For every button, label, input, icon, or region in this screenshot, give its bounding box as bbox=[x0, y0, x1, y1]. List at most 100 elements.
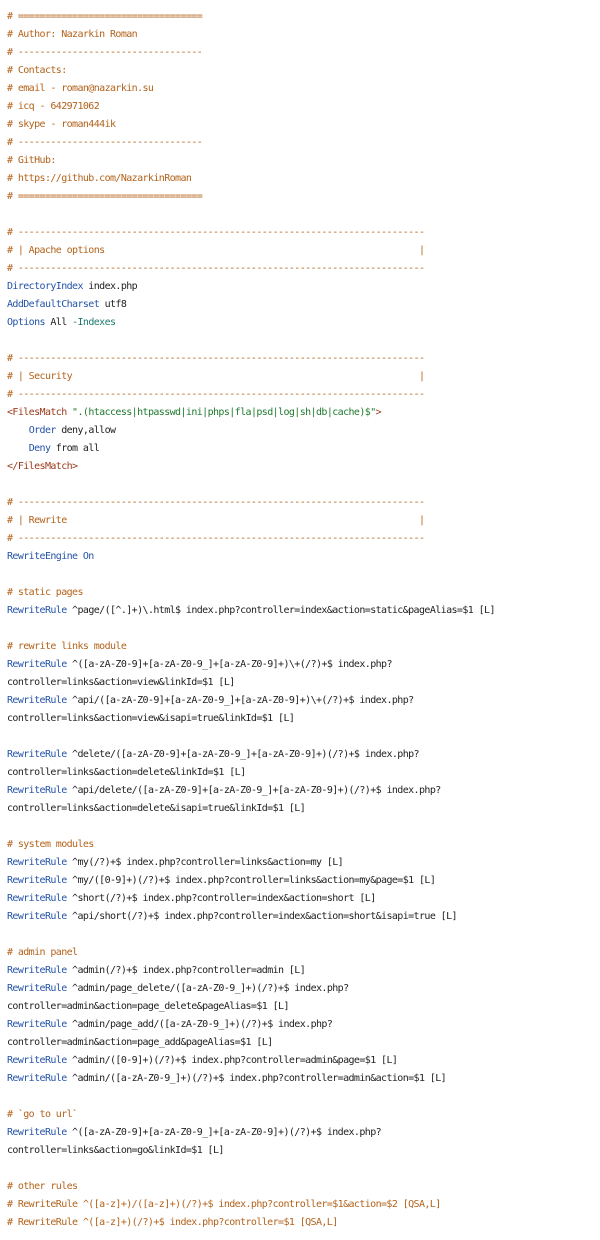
code-line: # --------------------------------------… bbox=[7, 386, 597, 404]
code-token-comment: # Contacts: bbox=[7, 65, 67, 76]
code-token-comment: # | Rewrite | bbox=[7, 515, 425, 526]
code-token-directive: RewriteRule bbox=[7, 749, 67, 760]
code-token-directive: RewriteRule bbox=[7, 695, 67, 706]
code-token-directive: Order bbox=[28, 425, 57, 436]
code-line: # --------------------------------------… bbox=[7, 260, 597, 278]
code-token-plain: ^api/([a-zA-Z0-9]+[a-zA-Z0-9_]+[a-zA-Z0-… bbox=[66, 695, 414, 706]
code-line: controller=links&action=view&linkId=$1 [… bbox=[7, 674, 597, 692]
code-token-comment: # other rules bbox=[7, 1181, 78, 1192]
code-line: # icq - 642971062 bbox=[7, 98, 597, 116]
code-token-comment: # ================================== bbox=[7, 191, 203, 202]
code-token-comment: # skype - roman444ik bbox=[7, 119, 116, 130]
code-line: controller=links&action=delete&isapi=tru… bbox=[7, 800, 597, 818]
code-line: RewriteRule ^page/([^.]+)\.html$ index.p… bbox=[7, 602, 597, 620]
code-token-tag: > bbox=[375, 407, 382, 418]
code-line: # rewrite links module bbox=[7, 638, 597, 656]
code-token-string: ".(htaccess|htpasswd|ini|phps|fla|psd|lo… bbox=[66, 407, 376, 418]
code-line: # GitHub: bbox=[7, 152, 597, 170]
code-token-comment: # --------------------------------------… bbox=[7, 533, 425, 544]
code-token-directive: RewriteRule bbox=[7, 659, 67, 670]
code-token-comment: # | Apache options | bbox=[7, 245, 425, 256]
code-token-comment: # --------------------------------------… bbox=[7, 227, 425, 238]
code-token-plain: ^admin(/?)+$ index.php?controller=admin … bbox=[66, 965, 306, 976]
code-line: AddDefaultCharset utf8 bbox=[7, 296, 597, 314]
code-token-directive: DirectoryIndex bbox=[7, 281, 83, 292]
code-line: # --------------------------------------… bbox=[7, 350, 597, 368]
code-line: RewriteRule ^([a-zA-Z0-9]+[a-zA-Z0-9_]+[… bbox=[7, 656, 597, 674]
code-token-comment: # GitHub: bbox=[7, 155, 56, 166]
code-line: RewriteRule ^my(/?)+$ index.php?controll… bbox=[7, 854, 597, 872]
code-token-directive: AddDefaultCharset bbox=[7, 299, 100, 310]
code-line: RewriteRule ^delete/([a-zA-Z0-9]+[a-zA-Z… bbox=[7, 746, 597, 764]
code-token-comment: # admin panel bbox=[7, 947, 78, 958]
code-viewer: # ================================== # Au… bbox=[7, 8, 597, 1232]
code-line: # --------------------------------------… bbox=[7, 530, 597, 548]
code-token-comment: # --------------------------------------… bbox=[7, 389, 425, 400]
code-line: # ---------------------------------- bbox=[7, 44, 597, 62]
code-line: # system modules bbox=[7, 836, 597, 854]
code-line: # `go to url` bbox=[7, 1106, 597, 1124]
code-token-comment: # ---------------------------------- bbox=[7, 137, 203, 148]
code-line: # | Security | bbox=[7, 368, 597, 386]
code-line: # admin panel bbox=[7, 944, 597, 962]
code-token-comment: # --------------------------------------… bbox=[7, 353, 425, 364]
code-line: # | Rewrite | bbox=[7, 512, 597, 530]
code-token-directive: RewriteRule bbox=[7, 1073, 67, 1084]
code-line: RewriteRule ^admin(/?)+$ index.php?contr… bbox=[7, 962, 597, 980]
code-token-plain: ^admin/page_delete/([a-zA-Z0-9_]+)(/?)+$… bbox=[66, 983, 349, 994]
code-line: RewriteRule ^short(/?)+$ index.php?contr… bbox=[7, 890, 597, 908]
code-token-plain: controller=links&action=view&linkId=$1 [… bbox=[7, 677, 235, 688]
code-token-plain: controller=links&action=delete&linkId=$1… bbox=[7, 767, 246, 778]
code-token-comment: # https://github.com/NazarkinRoman bbox=[7, 173, 192, 184]
code-token-plain: index.php bbox=[82, 281, 138, 292]
code-token-comment: # ---------------------------------- bbox=[7, 47, 203, 58]
code-token-directive: RewriteRule bbox=[7, 875, 67, 886]
code-token-plain: ^my/([0-9]+)(/?)+$ index.php?controller=… bbox=[66, 875, 436, 886]
code-token-comment: # --------------------------------------… bbox=[7, 263, 425, 274]
code-token-comment: # static pages bbox=[7, 587, 83, 598]
code-line: RewriteRule ^admin/([0-9]+)(/?)+$ index.… bbox=[7, 1052, 597, 1070]
code-line: Options All -Indexes bbox=[7, 314, 597, 332]
code-line: RewriteRule ^api/short(/?)+$ index.php?c… bbox=[7, 908, 597, 926]
code-token-tag: <FilesMatch bbox=[7, 407, 67, 418]
code-line: controller=links&action=view&isapi=true&… bbox=[7, 710, 597, 728]
code-line: # RewriteRule ^([a-z]+)/([a-z]+)(/?)+$ i… bbox=[7, 1196, 597, 1214]
code-line: DirectoryIndex index.php bbox=[7, 278, 597, 296]
code-line: Order deny,allow bbox=[7, 422, 597, 440]
code-token-plain: ^api/short(/?)+$ index.php?controller=in… bbox=[66, 911, 457, 922]
code-token-directive: RewriteEngine bbox=[7, 551, 78, 562]
code-token-plain: ^delete/([a-zA-Z0-9]+[a-zA-Z0-9_]+[a-zA-… bbox=[66, 749, 420, 760]
code-line: controller=admin&action=page_add&pageAli… bbox=[7, 1034, 597, 1052]
code-line: controller=links&action=go&linkId=$1 [L] bbox=[7, 1142, 597, 1160]
code-token-tag: </FilesMatch> bbox=[7, 461, 78, 472]
code-token-comment: # rewrite links module bbox=[7, 641, 127, 652]
code-token-directive: RewriteRule bbox=[7, 893, 67, 904]
code-token-plain: ^short(/?)+$ index.php?controller=index&… bbox=[66, 893, 376, 904]
code-token-directive: Options bbox=[7, 317, 46, 328]
code-line: RewriteEngine On bbox=[7, 548, 597, 566]
code-line: controller=links&action=delete&linkId=$1… bbox=[7, 764, 597, 782]
code-line: # | Apache options | bbox=[7, 242, 597, 260]
code-line: # https://github.com/NazarkinRoman bbox=[7, 170, 597, 188]
code-token-plain: from all bbox=[50, 443, 100, 454]
code-token-plain: controller=admin&action=page_add&pageAli… bbox=[7, 1037, 273, 1048]
code-token-plain: ^([a-zA-Z0-9]+[a-zA-Z0-9_]+[a-zA-Z0-9]+)… bbox=[66, 659, 392, 670]
code-token-plain: ^page/([^.]+)\.html$ index.php?controlle… bbox=[66, 605, 495, 616]
code-token-plain: ^my(/?)+$ index.php?controller=links&act… bbox=[66, 857, 344, 868]
code-token-plain: deny,allow bbox=[55, 425, 116, 436]
code-token-plain: ^([a-zA-Z0-9]+[a-zA-Z0-9_]+[a-zA-Z0-9]+)… bbox=[66, 1127, 382, 1138]
code-token-directive: RewriteRule bbox=[7, 1127, 67, 1138]
code-token-plain: ^admin/([a-zA-Z0-9_]+)(/?)+$ index.php?c… bbox=[66, 1073, 447, 1084]
code-token-plain: controller=links&action=delete&isapi=tru… bbox=[7, 803, 306, 814]
